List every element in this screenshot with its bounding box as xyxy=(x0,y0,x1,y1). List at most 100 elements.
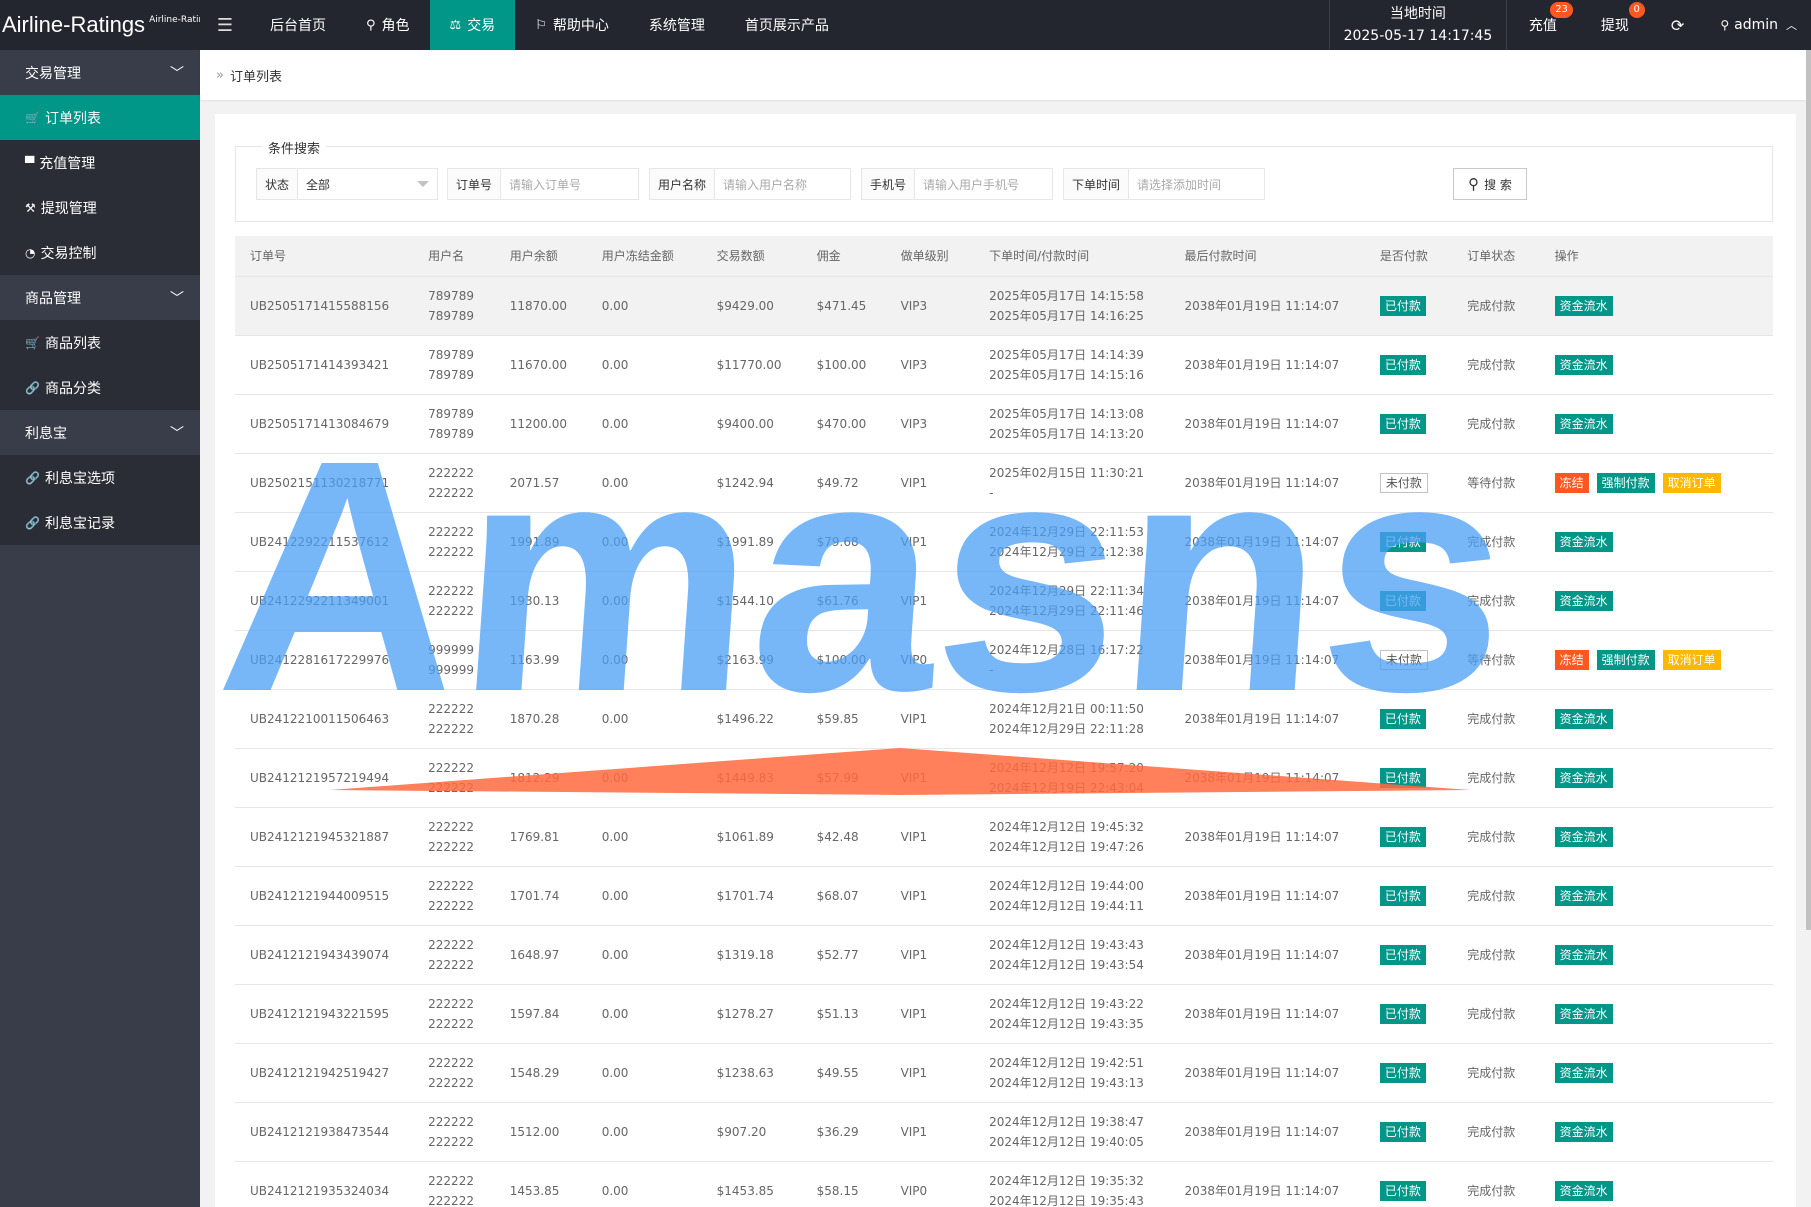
status-select[interactable]: 状态 全部 xyxy=(256,168,438,200)
table-row[interactable]: UB2412292211349001 222222 222222 1930.13 0.0… xyxy=(235,571,1773,631)
order-time: 2024年12月29日 22:11:34 xyxy=(989,583,1144,598)
action-button[interactable]: 取消订单 xyxy=(1662,472,1721,493)
action-button[interactable]: 冻结 xyxy=(1554,472,1589,493)
table-cell: 资金流水 xyxy=(1539,748,1773,808)
recharge-button[interactable]: 充值 23 xyxy=(1507,0,1579,50)
action-button[interactable]: 资金流水 xyxy=(1554,413,1613,434)
time-field[interactable]: 下单时间 请选择添加时间 xyxy=(1063,168,1265,200)
table-row[interactable]: UB2412121945321887 222222 222222 1769.81 0.0… xyxy=(235,807,1773,867)
menu-toggle-icon[interactable]: ☰ xyxy=(200,0,250,50)
order-status: 完成付款 xyxy=(1467,357,1516,372)
sidebar-item[interactable]: ◔ 交易控制 xyxy=(0,230,200,275)
nav-item-2[interactable]: ⚖ 交易 xyxy=(429,0,516,50)
sidebar-group-0[interactable]: 交易管理 ﹀ xyxy=(0,50,200,95)
level-value: VIP1 xyxy=(900,1065,928,1080)
sidebar-group-2[interactable]: 利息宝 ﹀ xyxy=(0,410,200,455)
sidebar-item[interactable]: 🔗 利息宝记录 xyxy=(0,500,200,545)
sidebar-item[interactable]: 🔗 利息宝选项 xyxy=(0,455,200,500)
action-button[interactable]: 资金流水 xyxy=(1554,1003,1613,1024)
sidebar-item[interactable]: ⚒ 提现管理 xyxy=(0,185,200,230)
level-value: VIP1 xyxy=(900,770,928,785)
sidebar-group-1[interactable]: 商品管理 ﹀ xyxy=(0,275,200,320)
table-row[interactable]: UB2412121942519427 222222 222222 1548.29 0.0… xyxy=(235,1043,1773,1103)
table-cell: 等待付款 xyxy=(1452,630,1540,690)
table-cell: $36.29 xyxy=(801,1102,886,1162)
table-row[interactable]: UB2505171415588156 789789 789789 11870.00 0.… xyxy=(235,276,1773,336)
comm-value: $59.85 xyxy=(816,711,859,726)
action-button[interactable]: 资金流水 xyxy=(1554,826,1613,847)
brand-logo[interactable]: Airline-Ratings Airline-Ratings xyxy=(0,0,200,50)
order-field[interactable]: 订单号 请输入订单号 xyxy=(447,168,639,200)
username-input[interactable]: 请输入用户名称 xyxy=(715,169,850,199)
chevron-down-icon: ﹀ xyxy=(170,65,184,82)
table-row[interactable]: UB2412121938473544 222222 222222 1512.00 0.0… xyxy=(235,1102,1773,1162)
withdraw-button[interactable]: 提现 0 xyxy=(1579,0,1651,50)
action-button[interactable]: 资金流水 xyxy=(1554,590,1613,611)
status-value[interactable]: 全部 xyxy=(298,169,437,199)
action-button[interactable]: 资金流水 xyxy=(1554,1180,1613,1201)
refresh-icon[interactable]: ⟳ xyxy=(1651,0,1704,50)
action-button[interactable]: 取消订单 xyxy=(1662,649,1721,670)
action-button[interactable]: 资金流水 xyxy=(1554,767,1613,788)
action-button[interactable]: 资金流水 xyxy=(1554,708,1613,729)
user-icon: ⚲ xyxy=(366,17,376,33)
table-row[interactable]: UB2412210011506463 222222 222222 1870.28 0.0… xyxy=(235,689,1773,749)
chevron-up-icon: ︿ xyxy=(1786,19,1797,32)
search-button[interactable]: ⚲ 搜 索 xyxy=(1453,168,1527,200)
table-row[interactable]: UB2412121935324034 222222 222222 1453.85 0.0… xyxy=(235,1161,1773,1207)
nav-item-4[interactable]: 系统管理 xyxy=(629,0,725,50)
table-row[interactable]: UB2505171414393421 789789 789789 11670.00 0.… xyxy=(235,335,1773,395)
order-status: 完成付款 xyxy=(1467,416,1516,431)
action-button[interactable]: 资金流水 xyxy=(1554,295,1613,316)
nav-label: 帮助中心 xyxy=(552,18,609,34)
comm-value: $57.99 xyxy=(816,770,859,785)
table-row[interactable]: UB2505171413084679 789789 789789 11200.00 0.… xyxy=(235,394,1773,454)
nav-item-1[interactable]: ⚲ 角色 xyxy=(346,0,430,50)
user-menu[interactable]: ⚲ admin ︿ xyxy=(1704,0,1811,50)
sidebar-item[interactable]: 🛒 商品列表 xyxy=(0,320,200,365)
page-scrollbar[interactable] xyxy=(1806,50,1811,930)
action-button[interactable]: 资金流水 xyxy=(1554,885,1613,906)
amount-value: $1991.89 xyxy=(716,534,774,549)
breadcrumb-current[interactable]: 订单列表 xyxy=(230,66,282,85)
user-name: admin xyxy=(1734,17,1778,33)
action-button[interactable]: 资金流水 xyxy=(1554,1062,1613,1083)
table-cell: 222222 222222 xyxy=(413,571,495,631)
table-cell: $1701.74 xyxy=(701,866,802,926)
table-row[interactable]: UB2412121943439074 222222 222222 1648.97 0.0… xyxy=(235,925,1773,985)
sidebar-item[interactable]: 🔗 商品分类 xyxy=(0,365,200,410)
table-row[interactable]: UB2412121944009515 222222 222222 1701.74 0.0… xyxy=(235,866,1773,926)
table-row[interactable]: UB2412292211537612 222222 222222 1991.89 0.0… xyxy=(235,512,1773,572)
sidebar-item[interactable]: ▀ 充值管理 xyxy=(0,140,200,185)
username: 222222 xyxy=(428,898,474,913)
nav-item-5[interactable]: 首页展示产品 xyxy=(725,0,849,50)
action-button[interactable]: 冻结 xyxy=(1554,649,1589,670)
table-cell: 完成付款 xyxy=(1452,866,1540,926)
nav-item-0[interactable]: 后台首页 xyxy=(250,0,346,50)
sidebar-item[interactable]: 🛒 订单列表 xyxy=(0,95,200,140)
order-time: 2024年12月12日 19:57:20 xyxy=(989,760,1144,775)
amount-value: $1278.27 xyxy=(716,1006,774,1021)
action-button[interactable]: 强制付款 xyxy=(1596,649,1655,670)
table-cell: 完成付款 xyxy=(1452,394,1540,454)
order-input[interactable]: 请输入订单号 xyxy=(501,169,638,199)
phone-input[interactable]: 请输入用户手机号 xyxy=(915,169,1052,199)
table-row[interactable]: UB2412121943221595 222222 222222 1597.84 0.0… xyxy=(235,984,1773,1044)
phone-field[interactable]: 手机号 请输入用户手机号 xyxy=(861,168,1053,200)
action-button[interactable]: 资金流水 xyxy=(1554,531,1613,552)
table-row[interactable]: UB2412121957219494 222222 222222 1812.29 0.0… xyxy=(235,748,1773,808)
table-row[interactable]: UB2412281617229976 999999 999999 1163.99 0.0… xyxy=(235,630,1773,690)
last-pay-time: 2038年01月19日 11:14:07 xyxy=(1184,1124,1340,1139)
pay-time: 2024年12月29日 22:11:28 xyxy=(989,721,1144,736)
nav-item-3[interactable]: ⚐ 帮助中心 xyxy=(515,0,629,50)
action-button[interactable]: 资金流水 xyxy=(1554,1121,1613,1142)
time-input[interactable]: 请选择添加时间 xyxy=(1129,169,1264,199)
table-row[interactable]: UB2502151130218771 222222 222222 2071.57 0.0… xyxy=(235,453,1773,513)
action-button[interactable]: 资金流水 xyxy=(1554,944,1613,965)
action-button[interactable]: 强制付款 xyxy=(1596,472,1655,493)
action-button[interactable]: 资金流水 xyxy=(1554,354,1613,375)
table-cell: $1544.10 xyxy=(701,571,802,631)
table-cell: $1061.89 xyxy=(701,807,802,867)
orders-table: 订单号 用户名 用户余额 用户冻结金额 交易数额 佣金 做单级别 下单时间/付款时间 最后付款时… xyxy=(235,236,1773,1207)
username-field[interactable]: 用户名称 请输入用户名称 xyxy=(649,168,851,200)
